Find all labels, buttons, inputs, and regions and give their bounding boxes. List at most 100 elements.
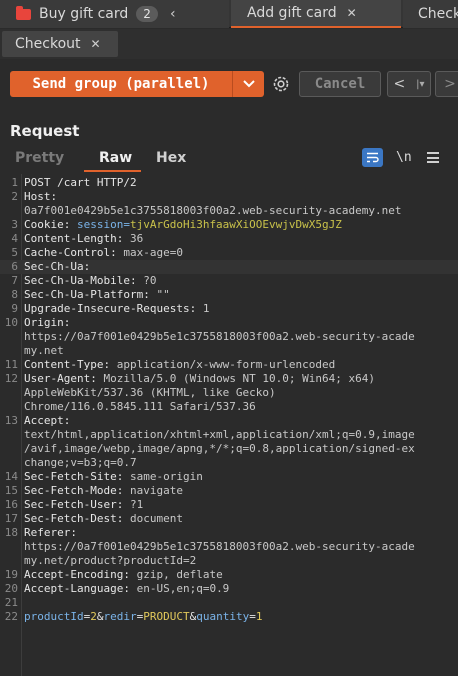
send-options-dropdown[interactable] — [232, 71, 264, 97]
line-text: https://0a7f001e0429b5e1c3755818003f00a2… — [24, 330, 415, 344]
tab-raw[interactable]: Raw — [99, 150, 132, 166]
line-number: 5 — [11, 246, 18, 259]
close-icon[interactable]: ✕ — [91, 37, 101, 51]
line-number: 6 — [11, 260, 18, 273]
body-token: 1 — [255, 610, 263, 623]
header-value: my.net/product?productId=2 — [24, 554, 197, 567]
body-token: productId — [24, 610, 84, 623]
active-tab-indicator — [84, 170, 141, 172]
tab-check[interactable]: Check — [403, 0, 458, 28]
line-text: AppleWebKit/537.36 (KHTML, like Gecko) — [24, 386, 276, 400]
line-number: 2 — [11, 190, 18, 203]
editor-line: my.net — [0, 344, 458, 358]
tab-add-gift-card[interactable]: Add gift card ✕ — [231, 0, 401, 28]
settings-button[interactable] — [269, 71, 293, 97]
tab-pretty[interactable]: Pretty — [15, 150, 64, 166]
header-value: Mozilla/5.0 (Windows NT 10.0; Win64; x64… — [103, 372, 376, 385]
header-name: Referer: — [24, 526, 77, 539]
line-number: 8 — [11, 288, 18, 301]
header-value: https://0a7f001e0429b5e1c3755818003f00a2… — [24, 330, 415, 343]
line-number: 9 — [11, 302, 18, 315]
tab-label: Checkout — [15, 36, 81, 52]
line-number: 16 — [4, 498, 18, 511]
tab-label: Check — [418, 6, 458, 22]
header-value: navigate — [129, 484, 183, 497]
header-name: Sec-Fetch-User: — [24, 498, 130, 511]
tab-buy-gift-card[interactable]: Buy gift card 2 ‹ — [0, 0, 229, 28]
gear-icon — [273, 76, 289, 92]
show-newlines-button[interactable]: \n — [396, 150, 412, 165]
line-number: 3 — [11, 218, 18, 231]
request-title: Request — [10, 122, 80, 140]
header-value: 0a7f001e0429b5e1c3755818003f00a2.web-sec… — [24, 204, 402, 217]
editor-line: 14 Sec-Fetch-Site: same-origin — [0, 470, 458, 484]
line-text: Upgrade-Insecure-Requests: 1 — [24, 302, 209, 316]
line-text: Sec-Fetch-Dest: document — [24, 512, 183, 526]
line-number: 11 — [4, 358, 18, 371]
header-value: max-age=0 — [123, 246, 183, 259]
line-number: 10 — [4, 316, 18, 329]
editor-line: 16 Sec-Fetch-User: ?1 — [0, 498, 458, 512]
collapse-chevron-icon[interactable]: ‹ — [170, 6, 176, 22]
line-text: User-Agent: Mozilla/5.0 (Windows NT 10.0… — [24, 372, 375, 386]
chevron-down-icon[interactable]: |▾ — [416, 79, 424, 90]
header-name: Content-Length: — [24, 232, 130, 245]
session-token: tjvArGdoHi3hfaawXiOOEvwjvDwX5gJZ — [129, 218, 342, 231]
line-number: 14 — [4, 470, 18, 483]
folder-icon — [16, 5, 31, 20]
tab-hex[interactable]: Hex — [156, 150, 186, 166]
line-text: change;v=b3;q=0.7 — [24, 456, 137, 470]
send-button[interactable]: Send group (parallel) — [10, 71, 264, 97]
editor-line: 0a7f001e0429b5e1c3755818003f00a2.web-sec… — [0, 204, 458, 218]
header-name: Cookie: — [24, 218, 77, 231]
editor-line: text/html,application/xhtml+xml,applicat… — [0, 428, 458, 442]
header-value: document — [129, 512, 183, 525]
editor-line: 19 Accept-Encoding: gzip, deflate — [0, 568, 458, 582]
line-text: 0a7f001e0429b5e1c3755818003f00a2.web-sec… — [24, 204, 402, 218]
header-value: Chrome/116.0.5845.111 Safari/537.36 — [24, 400, 256, 413]
line-number: 17 — [4, 512, 18, 525]
send-label: Send group (parallel) — [32, 76, 210, 92]
line-text: Accept-Encoding: gzip, deflate — [24, 568, 223, 582]
header-name: Accept: — [24, 414, 71, 427]
header-name: Sec-Fetch-Dest: — [24, 512, 130, 525]
editor-line: Chrome/116.0.5845.111 Safari/537.36 — [0, 400, 458, 414]
request-editor[interactable]: 1 POST /cart HTTP/2 2 Host: 0a7f001e0429b5e1… — [0, 174, 458, 676]
editor-lines: 1 POST /cart HTTP/2 2 Host: 0a7f001e0429b5e1… — [0, 176, 458, 624]
editor-line: 3 Cookie: session=tjvArGdoHi3hfaawXiOOEvw… — [0, 218, 458, 232]
cancel-button[interactable]: Cancel — [299, 71, 381, 97]
history-forward-button[interactable]: > — [435, 71, 458, 97]
editor-line: 1 POST /cart HTTP/2 — [0, 176, 458, 190]
menu-icon[interactable] — [427, 152, 439, 163]
editor-line: https://0a7f001e0429b5e1c3755818003f00a2… — [0, 330, 458, 344]
line-number: 20 — [4, 582, 18, 595]
tab-checkout[interactable]: Checkout ✕ — [2, 31, 118, 57]
header-name: Host: — [24, 190, 58, 203]
line-number: 15 — [4, 484, 18, 497]
tab-label: Add gift card — [247, 5, 337, 21]
header-name: Sec-Ch-Ua-Platform: — [24, 288, 157, 301]
word-wrap-button[interactable] — [362, 148, 383, 167]
body-token: redir — [103, 610, 137, 623]
line-number: 19 — [4, 568, 18, 581]
editor-line: https://0a7f001e0429b5e1c3755818003f00a2… — [0, 540, 458, 554]
editor-line: /avif,image/webp,image/apng,*/*;q=0.8,ap… — [0, 442, 458, 456]
editor-line: 5 Cache-Control: max-age=0 — [0, 246, 458, 260]
header-name: Sec-Fetch-Site: — [24, 470, 130, 483]
editor-line: 2 Host: — [0, 190, 458, 204]
editor-line: 21 — [0, 596, 458, 610]
line-text: /avif,image/webp,image/apng,*/*;q=0.8,ap… — [24, 442, 415, 456]
header-name: Sec-Ch-Ua: — [24, 260, 91, 273]
editor-line: AppleWebKit/537.36 (KHTML, like Gecko) — [0, 386, 458, 400]
line-text: Content-Type: application/x-www-form-url… — [24, 358, 335, 372]
history-back-button[interactable]: < |▾ — [387, 71, 431, 97]
header-name: Sec-Fetch-Mode: — [24, 484, 130, 497]
editor-line: 12 User-Agent: Mozilla/5.0 (Windows NT 10… — [0, 372, 458, 386]
editor-line: 11 Content-Type: application/x-www-form-u… — [0, 358, 458, 372]
header-value: https://0a7f001e0429b5e1c3755818003f00a2… — [24, 540, 415, 553]
tab-count-badge: 2 — [136, 6, 158, 22]
chevron-down-icon — [242, 80, 255, 88]
line-text: https://0a7f001e0429b5e1c3755818003f00a2… — [24, 540, 415, 554]
line-text: Sec-Ch-Ua: — [24, 260, 90, 274]
close-icon[interactable]: ✕ — [347, 6, 357, 20]
